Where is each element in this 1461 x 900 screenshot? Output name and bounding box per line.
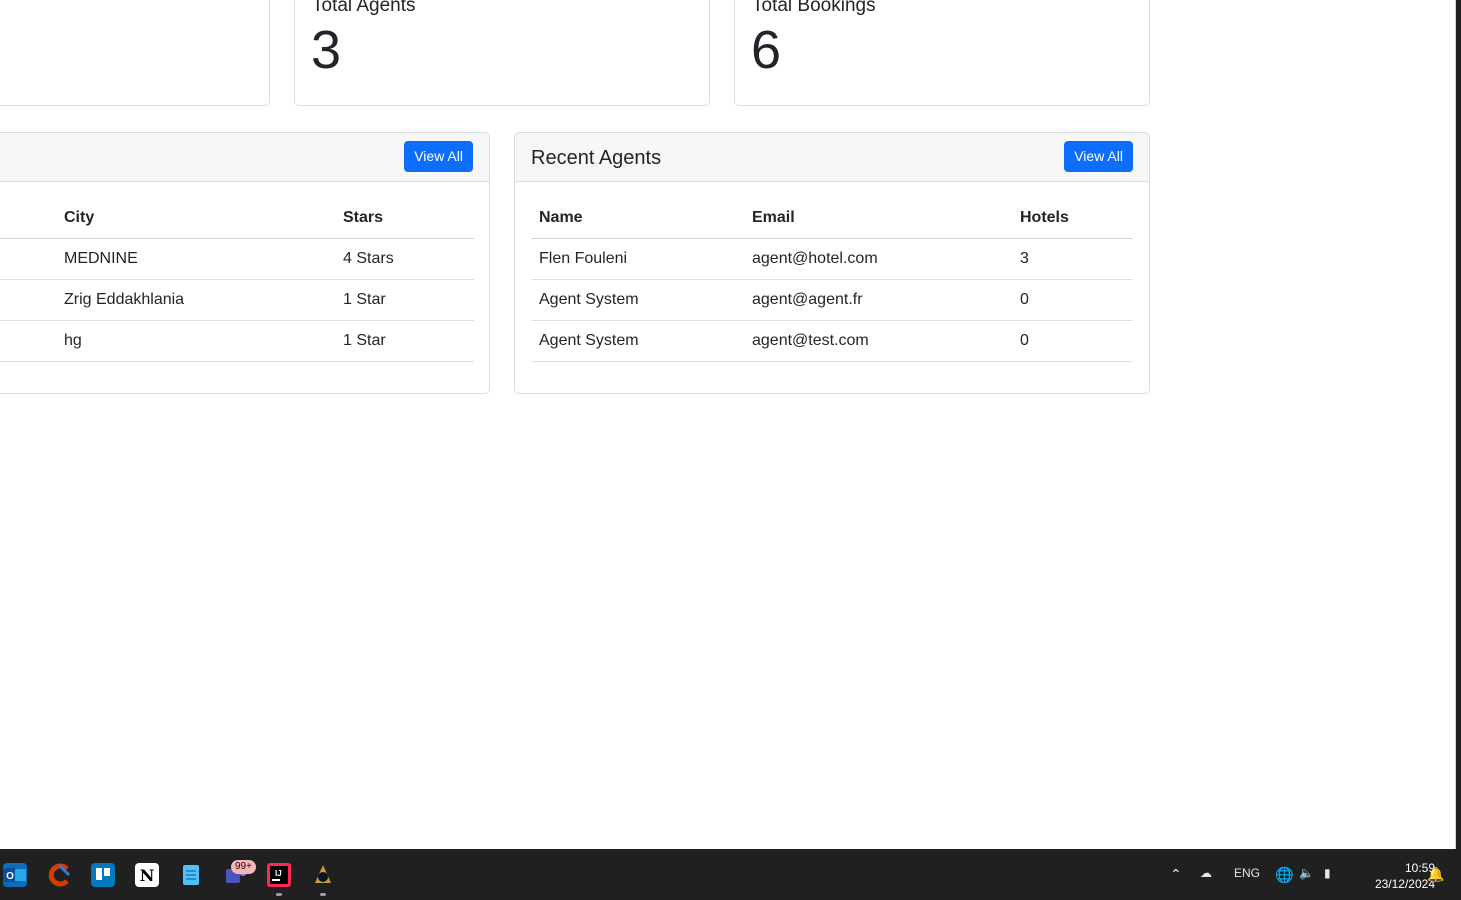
dashboard-page: Total Agents 3 Total Bookings 6 View All… (0, 0, 1455, 849)
intellij-icon[interactable]: IJ (267, 863, 291, 887)
hidden-cell (0, 279, 56, 321)
panel-header: View All (0, 133, 489, 182)
table-row[interactable]: Zrig Eddakhlania 1 Star (0, 279, 474, 321)
battery-icon[interactable]: ▮ (1324, 866, 1331, 880)
column-header-city: City (56, 198, 335, 239)
stat-value: 6 (751, 20, 782, 80)
clock-date: 23/12/2024 (1374, 877, 1435, 891)
cell-stars: 4 Stars (335, 238, 474, 280)
svg-text:O: O (6, 871, 14, 882)
stat-card-bookings: Total Bookings 6 (734, 0, 1150, 106)
language-indicator[interactable]: ENG (1234, 866, 1260, 880)
cell-stars: 1 Star (335, 320, 474, 362)
table-row[interactable]: hg 1 Star (0, 320, 474, 362)
cell-city: hg (56, 320, 335, 362)
table-header-row: Name Email Hotels (531, 198, 1133, 239)
panel-title: Recent Agents (531, 147, 662, 169)
hotels-table: City Stars MEDNINE 4 Stars Zrig Eddakhla… (0, 198, 474, 362)
view-all-hotels-button[interactable]: View All (404, 141, 473, 172)
cell-name: Agent System (531, 320, 744, 362)
cell-city: MEDNINE (56, 238, 335, 280)
recent-hotels-panel: View All City Stars MEDNINE 4 Stars Zrig (0, 132, 490, 394)
agents-table: Name Email Hotels Flen Fouleni agent@hot… (531, 198, 1133, 362)
table-row[interactable]: MEDNINE 4 Stars (0, 238, 474, 280)
cell-name: Flen Fouleni (531, 238, 744, 280)
cell-email: agent@test.com (744, 320, 1012, 362)
table-row[interactable]: Agent System agent@agent.fr 0 (531, 279, 1133, 321)
taskbar: O N 99+ IJ ⌃ ☁ ENG 🌐 🔈 ▮ 10:59 23/12/202… (0, 849, 1461, 900)
table-header-row: City Stars (0, 198, 474, 239)
window-edge (1455, 0, 1461, 849)
chevron-up-icon[interactable]: ⌃ (1170, 866, 1182, 883)
running-indicator (276, 893, 282, 896)
trello-icon[interactable] (91, 863, 115, 887)
cell-hotels: 3 (1012, 238, 1133, 280)
panel-header: Recent Agents View All (515, 133, 1149, 182)
column-header-name: Name (531, 198, 744, 239)
table-row[interactable]: Agent System agent@test.com 0 (531, 320, 1133, 362)
cell-stars: 1 Star (335, 279, 474, 321)
column-header-stars: Stars (335, 198, 474, 239)
recent-agents-panel: Recent Agents View All Name Email Hotels… (514, 132, 1150, 394)
notification-icon[interactable]: 🔔 (1427, 866, 1444, 883)
svg-text:N: N (140, 866, 155, 885)
svg-text:IJ: IJ (275, 869, 282, 878)
hidden-column (0, 198, 56, 239)
notepad-icon[interactable] (179, 863, 203, 887)
stat-title: Total Agents (312, 0, 416, 16)
hidden-cell (0, 320, 56, 362)
stat-card-agents: Total Agents 3 (294, 0, 710, 106)
view-all-agents-button[interactable]: View All (1064, 141, 1133, 172)
ccleaner-icon[interactable] (47, 863, 71, 887)
stat-title: Total Bookings (752, 0, 876, 16)
outlook-icon[interactable]: O (3, 863, 27, 887)
league-icon[interactable] (311, 863, 335, 887)
column-header-email: Email (744, 198, 1012, 239)
clock[interactable]: 10:59 23/12/2024 (1375, 860, 1435, 892)
column-header-hotels: Hotels (1012, 198, 1133, 239)
notification-badge: 99+ (231, 860, 256, 874)
clock-time: 10:59 (1404, 861, 1435, 875)
running-indicator (320, 893, 326, 896)
onedrive-offline-icon[interactable]: ☁ (1200, 866, 1212, 880)
cell-email: agent@hotel.com (744, 238, 1012, 280)
stat-card-partial (0, 0, 270, 106)
cell-hotels: 0 (1012, 279, 1133, 321)
volume-icon[interactable]: 🔈 (1299, 866, 1314, 880)
table-row[interactable]: Flen Fouleni agent@hotel.com 3 (531, 238, 1133, 280)
cell-email: agent@agent.fr (744, 279, 1012, 321)
stat-value: 3 (311, 20, 342, 80)
network-icon[interactable]: 🌐 (1275, 866, 1294, 884)
cell-name: Agent System (531, 279, 744, 321)
hidden-cell (0, 238, 56, 280)
cell-hotels: 0 (1012, 320, 1133, 362)
cell-city: Zrig Eddakhlania (56, 279, 335, 321)
notion-icon[interactable]: N (135, 863, 159, 887)
